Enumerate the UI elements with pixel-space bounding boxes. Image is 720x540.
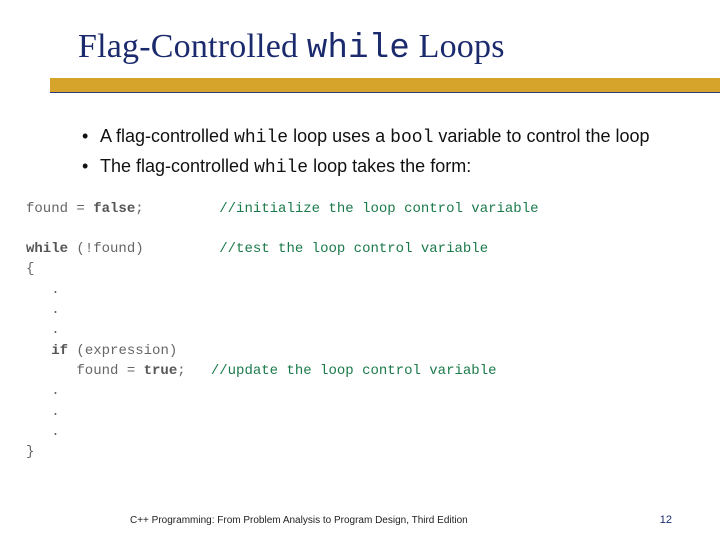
- code-line: found = true; //update the loop control …: [26, 361, 672, 381]
- title-post: Loops: [410, 28, 505, 65]
- code-keyword: while: [26, 241, 68, 257]
- code-line: .: [26, 402, 672, 422]
- code-text: {: [26, 261, 34, 277]
- code-text: .: [26, 404, 60, 420]
- slide: Flag-Controlled while Loops A flag-contr…: [0, 0, 720, 540]
- bullet-mono: bool: [390, 128, 433, 148]
- bullet-text: A flag-controlled: [100, 126, 234, 146]
- title-rule: [0, 78, 720, 100]
- code-keyword: false: [93, 201, 135, 217]
- code-line: {: [26, 259, 672, 279]
- code-text: found =: [26, 201, 93, 217]
- title-pre: Flag-Controlled: [78, 28, 307, 65]
- code-comment: //update the loop control variable: [211, 363, 497, 379]
- bullet-item: The flag-controlled while loop takes the…: [78, 154, 672, 180]
- footer-text: C++ Programming: From Problem Analysis t…: [130, 515, 468, 526]
- code-line: .: [26, 300, 672, 320]
- code-text: .: [26, 282, 60, 298]
- code-keyword: true: [144, 363, 178, 379]
- rule-gold: [50, 78, 720, 92]
- code-text: .: [26, 322, 60, 338]
- page-number: 12: [660, 514, 672, 526]
- bullet-text: variable to control the loop: [433, 126, 649, 146]
- rule-blue: [50, 92, 720, 93]
- code-text: }: [26, 444, 34, 460]
- code-text: .: [26, 424, 60, 440]
- footer: C++ Programming: From Problem Analysis t…: [0, 514, 720, 526]
- code-line: .: [26, 422, 672, 442]
- code-text: .: [26, 383, 60, 399]
- bullet-mono: while: [254, 158, 308, 178]
- slide-title: Flag-Controlled while Loops: [78, 28, 672, 68]
- code-line: .: [26, 381, 672, 401]
- code-text: ;: [177, 363, 211, 379]
- bullet-list: A flag-controlled while loop uses a bool…: [78, 124, 672, 181]
- code-comment: //test the loop control variable: [219, 241, 488, 257]
- code-keyword: if: [51, 343, 68, 359]
- bullet-item: A flag-controlled while loop uses a bool…: [78, 124, 672, 150]
- code-line: [26, 219, 672, 239]
- title-mono: while: [307, 30, 410, 68]
- code-block: found = false; //initialize the loop con…: [26, 199, 672, 463]
- bullet-text: loop takes the form:: [308, 156, 471, 176]
- code-text: (!found): [68, 241, 219, 257]
- bullet-text: The flag-controlled: [100, 156, 254, 176]
- code-line: found = false; //initialize the loop con…: [26, 199, 672, 219]
- code-text: ;: [135, 201, 219, 217]
- bullet-text: loop uses a: [288, 126, 390, 146]
- code-line: .: [26, 280, 672, 300]
- code-comment: //initialize the loop control variable: [219, 201, 538, 217]
- code-text: found =: [26, 363, 144, 379]
- code-text: (expression): [68, 343, 177, 359]
- code-text: [26, 343, 51, 359]
- code-text: .: [26, 302, 60, 318]
- code-line: while (!found) //test the loop control v…: [26, 239, 672, 259]
- bullet-mono: while: [234, 128, 288, 148]
- code-line: .: [26, 320, 672, 340]
- code-line: if (expression): [26, 341, 672, 361]
- code-line: }: [26, 442, 672, 462]
